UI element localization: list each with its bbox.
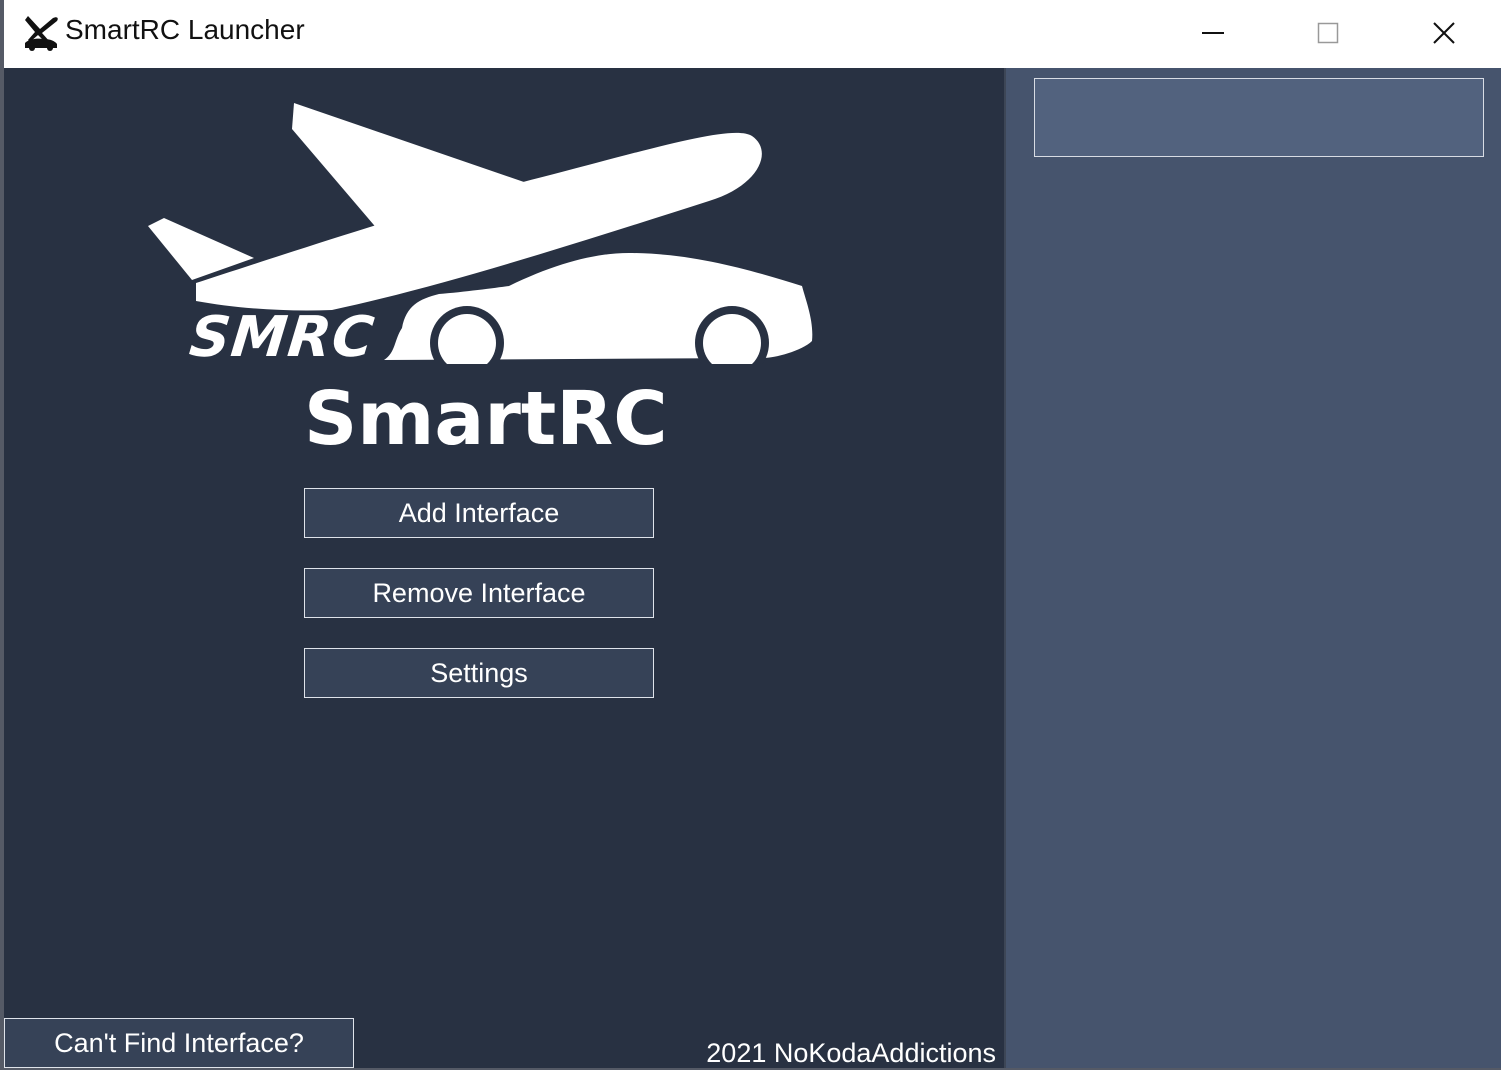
launcher-window: SmartRC Launcher SMRC SmartRC Add Interf… (0, 0, 1501, 1070)
add-interface-button[interactable]: Add Interface (304, 488, 654, 538)
copyright-text: 2021 NoKodaAddictions (706, 1038, 996, 1068)
settings-button[interactable]: Settings (304, 648, 654, 698)
close-button[interactable] (1388, 0, 1500, 66)
title-bar[interactable]: SmartRC Launcher (4, 0, 1501, 68)
interface-list-panel[interactable] (1006, 68, 1501, 1068)
minimize-icon (1202, 32, 1224, 34)
close-icon (1433, 22, 1455, 44)
logo-badge-text: SMRC (186, 305, 378, 370)
interface-list-item[interactable] (1034, 78, 1484, 157)
window-title: SmartRC Launcher (65, 14, 305, 45)
maximize-icon (1317, 22, 1339, 44)
maximize-button[interactable] (1272, 0, 1384, 66)
smartrc-app-icon (25, 16, 58, 51)
main-panel: SMRC SmartRC Add Interface Remove Interf… (4, 68, 1004, 1068)
cant-find-interface-button[interactable]: Can't Find Interface? (4, 1018, 354, 1068)
app-name-heading: SmartRC (304, 376, 668, 462)
remove-interface-button[interactable]: Remove Interface (304, 568, 654, 618)
minimize-button[interactable] (1157, 0, 1269, 66)
